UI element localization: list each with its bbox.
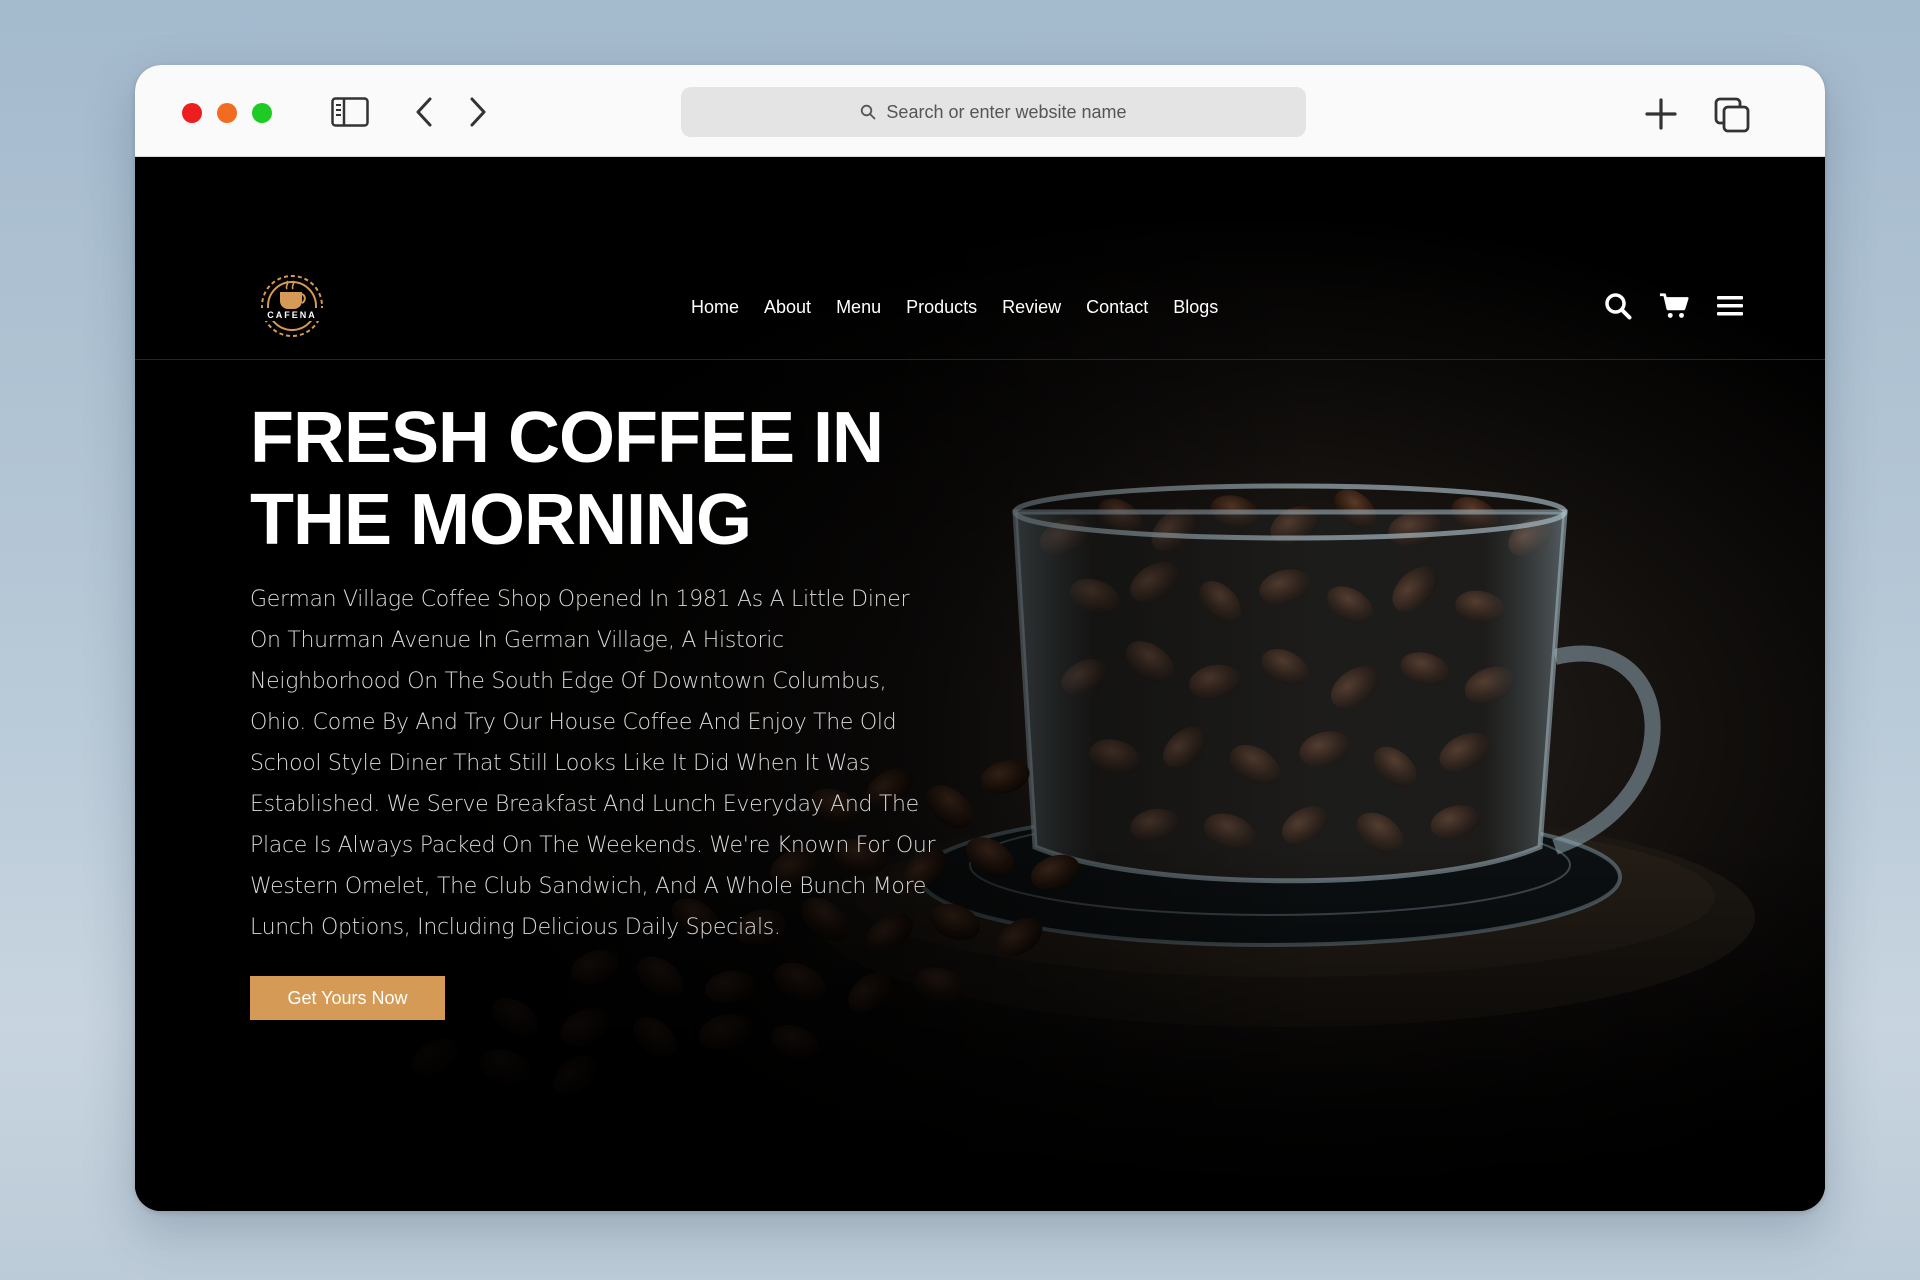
menu-button[interactable] <box>1715 291 1745 321</box>
hero-title: FRESH COFFEE IN THE MORNING <box>250 397 950 561</box>
hero-title-line-2: THE MORNING <box>250 480 752 560</box>
website-viewport: CAFENA Home About Menu Products Review C… <box>135 157 1825 1211</box>
hero-section: FRESH COFFEE IN THE MORNING German Villa… <box>250 397 950 1020</box>
browser-window: Search or enter website name CAFENA Home… <box>135 65 1825 1211</box>
browser-toolbar: Search or enter website name <box>135 65 1825 157</box>
chevron-left-icon <box>416 97 432 127</box>
new-tab-button[interactable] <box>1643 96 1679 132</box>
nav-contact[interactable]: Contact <box>1086 297 1148 318</box>
address-bar[interactable]: Search or enter website name <box>681 87 1306 137</box>
plus-icon <box>1645 98 1677 130</box>
nav-blogs[interactable]: Blogs <box>1173 297 1218 318</box>
menu-icon <box>1717 296 1743 316</box>
main-nav: Home About Menu Products Review Contact … <box>691 297 1243 318</box>
nav-products[interactable]: Products <box>906 297 977 318</box>
cart-icon <box>1659 293 1689 318</box>
get-yours-now-button[interactable]: Get Yours Now <box>250 976 445 1020</box>
search-icon <box>861 104 876 120</box>
sidebar-icon <box>331 97 369 127</box>
logo-wordmark: CAFENA <box>267 310 317 320</box>
search-icon <box>1605 293 1632 320</box>
close-window-button[interactable] <box>182 103 202 123</box>
minimize-window-button[interactable] <box>217 103 237 123</box>
hero-title-line-1: FRESH COFFEE IN <box>250 398 884 478</box>
forward-button[interactable] <box>461 95 495 129</box>
tabs-icon <box>1714 97 1750 133</box>
nav-actions <box>1603 291 1745 321</box>
window-controls <box>182 103 272 123</box>
nav-menu[interactable]: Menu <box>836 297 881 318</box>
hero-description: German Village Coffee Shop Opened In 198… <box>250 587 936 940</box>
maximize-window-button[interactable] <box>252 103 272 123</box>
search-button[interactable] <box>1603 291 1633 321</box>
nav-review[interactable]: Review <box>1002 297 1061 318</box>
site-navbar: CAFENA Home About Menu Products Review C… <box>135 157 1825 360</box>
chevron-right-icon <box>470 97 486 127</box>
address-placeholder: Search or enter website name <box>886 101 1127 122</box>
sidebar-toggle-button[interactable] <box>331 96 369 128</box>
nav-about[interactable]: About <box>764 297 811 318</box>
cafena-logo[interactable]: CAFENA <box>249 270 335 342</box>
cart-button[interactable] <box>1659 291 1689 321</box>
nav-home[interactable]: Home <box>691 297 739 318</box>
coffee-cup-logo-icon: CAFENA <box>256 275 328 337</box>
back-button[interactable] <box>407 95 441 129</box>
tab-overview-button[interactable] <box>1713 96 1751 134</box>
